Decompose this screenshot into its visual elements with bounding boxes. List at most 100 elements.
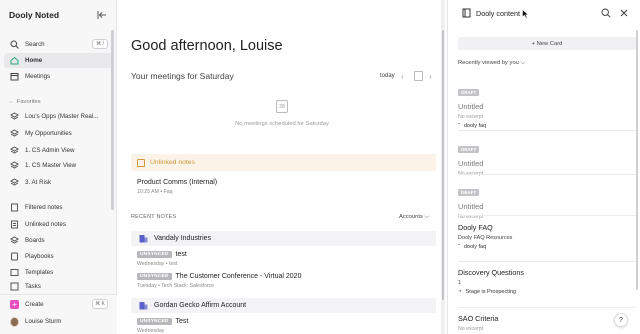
user-menu[interactable]: Louise Sturm [4,314,112,329]
card-link[interactable]: “dooly faq [458,244,636,250]
card-title: Untitled [458,159,484,168]
divider [458,215,636,216]
layers-icon [10,129,19,138]
calendar-picker-icon[interactable] [414,71,423,81]
sidebar-item-label: Boards [25,237,45,244]
page-title: Good afternoon, Louise [131,38,283,54]
empty-meetings-text: No meetings scheduled for Saturday [235,121,329,127]
content-source-dropdown[interactable]: Dooly content ⌵ [476,9,527,19]
card-condition-label: Stage is Prospecting [465,289,517,295]
empty-calendar-icon: 28 [276,100,288,113]
recent-note-row[interactable]: UNSYNCED test [137,251,187,258]
content-card[interactable]: DRAFT Untitled No excerpt [458,138,636,177]
sidebar-item-search[interactable]: Search ⌘ / [4,37,112,52]
content-card[interactable]: Discovery Questions 1 ◔ Stage is Prospect… [458,268,636,295]
recent-notes-heading: RECENT NOTES [131,214,177,220]
card-title: Untitled [458,102,484,111]
sidebar-item-boards[interactable]: Boards [4,233,112,248]
sidebar-item-label: 1. CS Admin View [25,147,75,154]
help-button[interactable]: ? [614,313,628,327]
search-icon[interactable] [601,8,611,18]
sidebar-scrollbar[interactable] [111,30,114,210]
home-icon [10,56,19,65]
create-button[interactable]: + Create ⌘ K [4,297,112,312]
card-link-label: dooly faq [463,123,487,129]
card-title: Dooly FAQ [458,223,493,232]
layers-icon [10,112,19,121]
divider [458,174,636,175]
sidebar-item-filtered-notes[interactable]: Filtered notes [4,200,112,215]
recent-note-row[interactable]: UNSYNCED Test [137,318,188,325]
panel-title: Dooly content [476,9,520,18]
new-card-button[interactable]: + New Card [458,37,636,50]
recent-note-row[interactable]: UNSYNCED The Customer Conference - Virtu… [137,273,301,280]
create-label: Create [25,301,44,308]
note-title: Test [175,318,189,325]
sidebar-item-label: Unlinked notes [25,221,66,228]
template-icon [10,268,19,277]
sidebar-item-playbooks[interactable]: Playbooks [4,249,112,264]
meetings-heading: Your meetings for Saturday [131,71,234,81]
recently-viewed-dropdown[interactable]: Recently viewed by you ⌵ [458,60,525,67]
divider [458,261,636,262]
divider [458,307,636,308]
unlinked-note-title[interactable]: Product Comms (Internal) [137,179,217,186]
sidebar-favorite-item[interactable]: 1. CS Admin View [4,143,112,158]
status-badge: UNSYNCED [137,251,172,258]
status-badge: DRAFT [458,146,480,153]
sidebar-item-home[interactable]: Home [4,53,112,68]
chevron-left-icon[interactable]: ‹ [401,72,404,81]
account-group[interactable]: Gordan Gecko Affirm Account [131,298,436,313]
app-window: Dooly Noted Search ⌘ / Home Meetings ⌵ F… [0,0,640,334]
accounts-filter-dropdown[interactable]: Accounts ⌵ [399,214,429,221]
account-name: Gordan Gecko Affirm Account [154,302,247,309]
account-group[interactable]: Vandaly Industries [131,231,436,246]
content-card[interactable]: SAO Criteria No excerpt [458,314,636,332]
sidebar-item-label: 1. CS Master View [25,162,77,169]
sidebar-item-tasks[interactable]: Tasks [4,281,112,291]
status-badge: DRAFT [458,189,480,196]
close-icon[interactable] [619,8,629,18]
sidebar-favorite-item[interactable]: 3. At Risk [4,175,112,190]
recent-label: Recently viewed by you [458,60,519,66]
card-title: SAO Criteria [458,314,499,323]
unlinked-note-icon [137,158,145,167]
plus-icon: + [10,300,19,309]
check-icon [10,282,19,291]
note-meta: Tuesday • Tech Stack: Salesforce [137,283,215,289]
note-icon [10,220,19,229]
content-card[interactable]: Dooly FAQ Dooly FAQ Resources “dooly faq [458,223,636,250]
boards-icon [10,236,19,245]
user-name: Louise Sturm [25,318,62,325]
sidebar-favorite-item[interactable]: My Opportunities [4,126,112,141]
card-subtitle: Dooly FAQ Resources [458,235,513,241]
sidebar-item-label: Search [25,41,45,48]
sidebar-item-templates[interactable]: Templates [4,265,112,280]
layers-icon [10,178,19,187]
accounts-label: Accounts [399,214,423,220]
today-button[interactable]: today [380,73,395,79]
unlinked-notes-label: Unlinked notes [150,159,195,166]
sidebar-item-meetings[interactable]: Meetings [4,69,112,84]
content-card[interactable]: DRAFT Untitled No excerpt “dooly faq [458,81,636,129]
panel-scrollbar[interactable] [636,30,638,290]
building-icon [139,302,148,310]
chevron-right-icon[interactable]: › [429,72,432,81]
calendar-icon [10,72,19,81]
sidebar-favorite-item[interactable]: 1. CS Master View [4,158,112,173]
filter-note-icon [10,203,19,212]
collapse-sidebar-icon[interactable] [96,9,108,21]
chevron-down-icon: ⌵ [9,99,13,105]
sidebar-item-unlinked-notes[interactable]: Unlinked notes [4,217,112,232]
favorites-header[interactable]: ⌵ Favorites [9,99,41,105]
sidebar-favorite-item[interactable]: Lou's Opps (Master Real... [4,109,112,124]
content-panel: Dooly content ⌵ + New Card Recently view… [447,0,640,334]
sidebar: Dooly Noted Search ⌘ / Home Meetings ⌵ F… [0,0,117,334]
card-link[interactable]: “dooly faq [458,123,636,129]
main-content: Good afternoon, Louise Your meetings for… [117,0,447,334]
main-scrollbar[interactable] [442,30,444,300]
card-excerpt: No excerpt [458,114,484,120]
book-icon [462,8,471,18]
status-badge: UNSYNCED [137,318,172,325]
unlinked-notes-header[interactable]: Unlinked notes [131,154,436,171]
